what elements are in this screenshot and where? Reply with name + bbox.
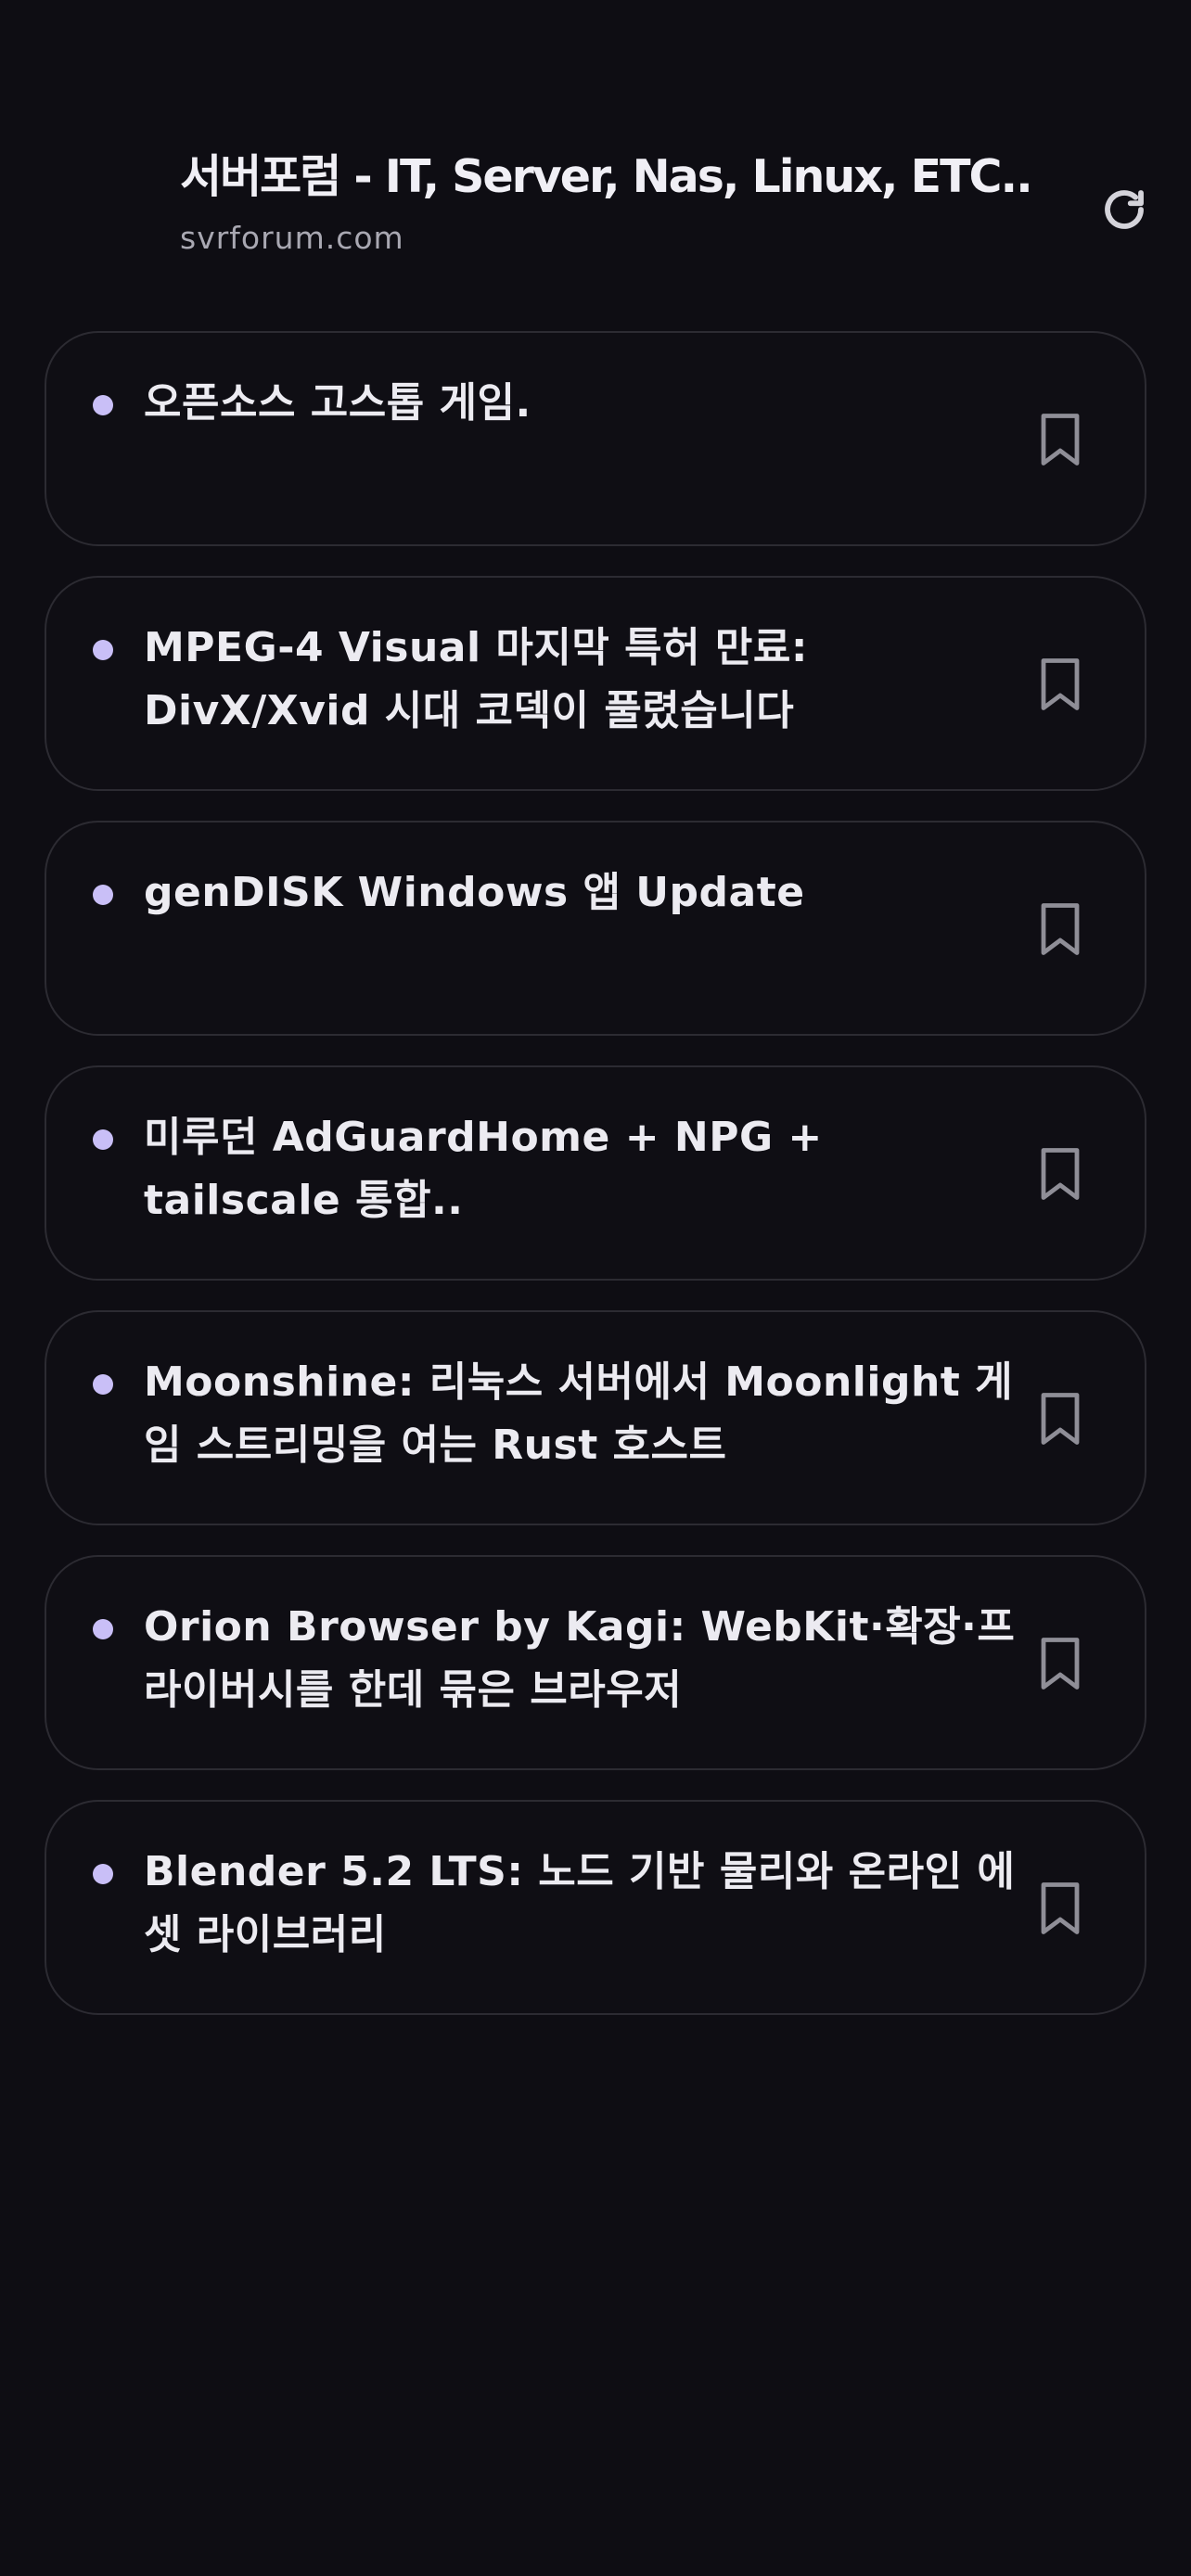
- bookmark-button[interactable]: [1028, 652, 1093, 717]
- post-title: Blender 5.2 LTS: 노드 기반 물리와 온라인 에셋 라이브러리: [144, 1848, 1016, 1958]
- app-header: 서버포럼 - IT, Server, Nas, Linux, ETC.. svr…: [0, 0, 1191, 278]
- refresh-button[interactable]: [1096, 182, 1152, 237]
- bookmark-button[interactable]: [1028, 1631, 1093, 1696]
- bookmark-button[interactable]: [1028, 897, 1093, 962]
- bookmark-icon: [1041, 658, 1080, 710]
- unread-dot: [93, 1619, 113, 1639]
- bookmark-button[interactable]: [1028, 1386, 1093, 1451]
- bookmark-icon: [1041, 1393, 1080, 1445]
- bookmark-icon: [1041, 903, 1080, 955]
- post-card[interactable]: MPEG-4 Visual 마지막 특허 만료: DivX/Xvid 시대 코덱…: [45, 576, 1146, 791]
- post-card[interactable]: Orion Browser by Kagi: WebKit·확장·프라이버시를 …: [45, 1555, 1146, 1770]
- refresh-icon: [1105, 190, 1144, 229]
- post-title: genDISK Windows 앱 Update: [144, 869, 805, 916]
- post-card[interactable]: genDISK Windows 앱 Update: [45, 821, 1146, 1036]
- post-card[interactable]: 오픈소스 고스톱 게임.: [45, 331, 1146, 546]
- post-title: MPEG-4 Visual 마지막 특허 만료: DivX/Xvid 시대 코덱…: [144, 624, 808, 734]
- post-title: 오픈소스 고스톱 게임.: [144, 379, 531, 427]
- unread-dot: [93, 640, 113, 660]
- post-card[interactable]: Blender 5.2 LTS: 노드 기반 물리와 온라인 에셋 라이브러리: [45, 1800, 1146, 2015]
- bookmark-icon: [1041, 1638, 1080, 1690]
- bookmark-icon: [1041, 414, 1080, 465]
- bookmark-icon: [1041, 1148, 1080, 1200]
- post-title: Orion Browser by Kagi: WebKit·확장·프라이버시를 …: [144, 1603, 1016, 1714]
- unread-dot: [93, 1864, 113, 1884]
- post-title: 미루던 AdGuardHome + NPG + tailscale 통합..: [144, 1114, 823, 1224]
- post-title: Moonshine: 리눅스 서버에서 Moonlight 게임 스트리밍을 여…: [144, 1358, 1014, 1469]
- unread-dot: [93, 885, 113, 905]
- post-card[interactable]: Moonshine: 리눅스 서버에서 Moonlight 게임 스트리밍을 여…: [45, 1310, 1146, 1525]
- bookmark-button[interactable]: [1028, 407, 1093, 472]
- site-domain: svrforum.com: [180, 220, 404, 256]
- post-card[interactable]: 미루던 AdGuardHome + NPG + tailscale 통합..: [45, 1065, 1146, 1281]
- page-title: 서버포럼 - IT, Server, Nas, Linux, ETC..: [180, 150, 1033, 203]
- unread-dot: [93, 395, 113, 415]
- unread-dot: [93, 1374, 113, 1395]
- bookmark-button[interactable]: [1028, 1141, 1093, 1206]
- unread-dot: [93, 1129, 113, 1150]
- bookmark-icon: [1041, 1882, 1080, 1934]
- bookmark-button[interactable]: [1028, 1876, 1093, 1941]
- post-list: 오픈소스 고스톱 게임. MPEG-4 Visual 마지막 특허 만료: Di…: [45, 331, 1146, 2045]
